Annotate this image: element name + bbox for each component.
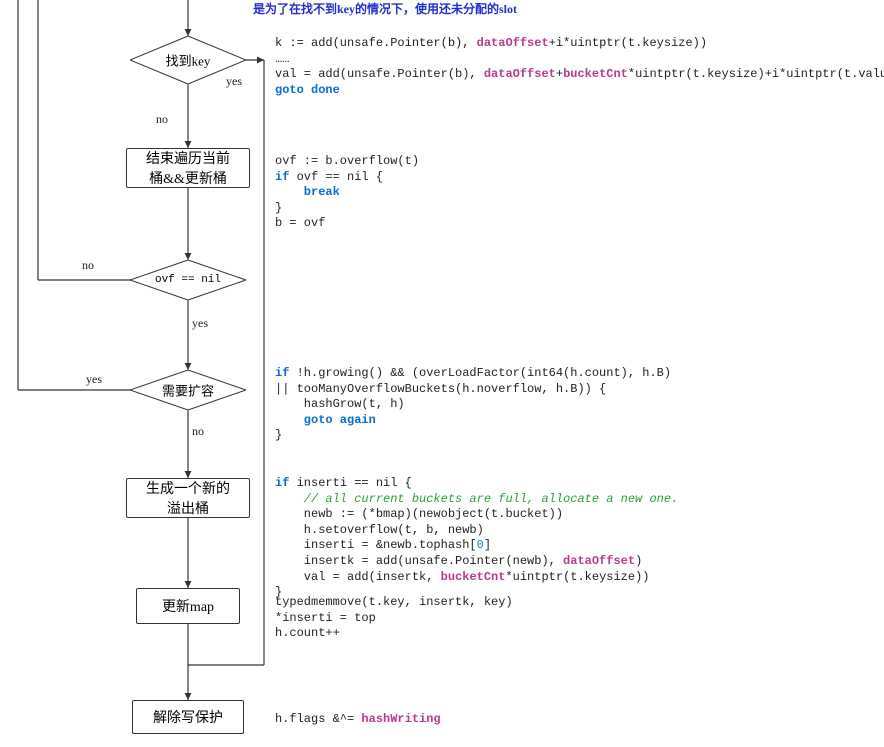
code-overflow: ovf := b.overflow(t) if ovf == nil { bre…	[275, 154, 419, 232]
box-update-map: 更新map	[136, 588, 240, 624]
box-new-overflow: 生成一个新的 溢出桶	[126, 478, 250, 518]
code-update-map: typedmemmove(t.key, insertk, key) *inser…	[275, 595, 513, 642]
decision-need-grow: 需要扩容	[130, 370, 246, 410]
edge-d1-no: no	[156, 112, 168, 127]
decision-need-grow-label: 需要扩容	[130, 381, 246, 400]
edge-d2-no: no	[82, 258, 94, 273]
decision-found-key-label: 找到key	[130, 51, 246, 70]
code-new-bucket: if inserti == nil { // all current bucke…	[275, 476, 678, 601]
header-note: 是为了在找不到key的情况下，使用还未分配的slot	[253, 0, 517, 17]
edge-d3-yes: yes	[86, 372, 102, 387]
code-grow: if !h.growing() && (overLoadFactor(int64…	[275, 366, 671, 444]
code-clear-flag: h.flags &^= hashWriting	[275, 712, 441, 728]
decision-ovf-nil-label: ovf == nil	[130, 274, 246, 286]
edge-d1-yes: yes	[226, 74, 242, 89]
code-found-key: k := add(unsafe.Pointer(b), dataOffset+i…	[275, 36, 884, 98]
edge-d2-yes: yes	[192, 316, 208, 331]
decision-ovf-nil: ovf == nil	[130, 260, 246, 300]
edge-d3-no: no	[192, 424, 204, 439]
box-end-iter-bucket: 结束遍历当前 桶&&更新桶	[126, 148, 250, 188]
box-clear-write-protect: 解除写保护	[132, 700, 244, 734]
